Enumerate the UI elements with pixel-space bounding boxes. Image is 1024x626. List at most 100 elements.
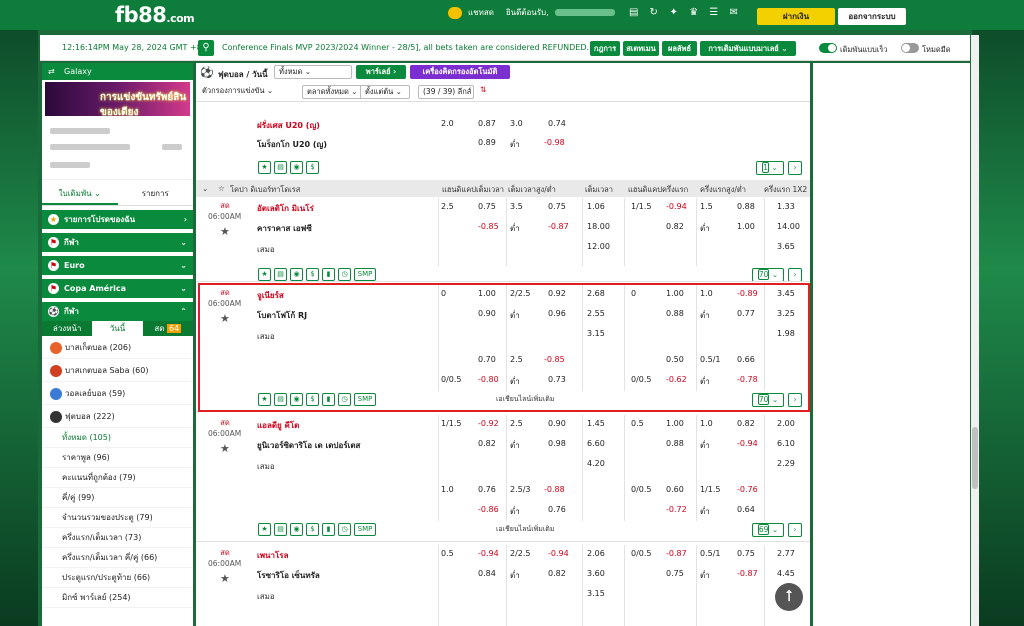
odds-cell[interactable]: 3.15 bbox=[587, 589, 605, 598]
odds-cell[interactable]: 0.82 bbox=[548, 569, 566, 578]
tab-betslip[interactable]: ใบเดิมพัน ⌄ bbox=[42, 182, 118, 205]
chevron-right-icon[interactable]: › bbox=[788, 268, 802, 282]
site-logo[interactable]: fb88.com bbox=[115, 3, 195, 27]
chart-icon[interactable]: ▮ bbox=[322, 523, 335, 536]
chat-icon[interactable] bbox=[448, 6, 462, 19]
odds-cell[interactable]: 0.88 bbox=[666, 309, 684, 318]
odds-cell[interactable]: 1.33 bbox=[777, 202, 795, 211]
quick-bet-toggle[interactable] bbox=[819, 43, 837, 53]
dollar-icon[interactable]: $ bbox=[306, 393, 319, 406]
dark-mode-toggle[interactable] bbox=[901, 43, 919, 53]
odds-cell[interactable]: 0.87 bbox=[478, 119, 496, 128]
odds-cell[interactable]: 0.82 bbox=[737, 419, 755, 428]
odds-cell[interactable]: 0.82 bbox=[666, 222, 684, 231]
coin-icon[interactable]: ◉ bbox=[290, 161, 303, 174]
chart-icon[interactable]: ▮ bbox=[322, 393, 335, 406]
dollar-icon[interactable]: $ bbox=[306, 161, 319, 174]
odds-cell[interactable]: -0.85 bbox=[478, 222, 499, 231]
stats-icon[interactable]: ▤ bbox=[274, 523, 287, 536]
odds-cell[interactable]: 2.00 bbox=[777, 419, 795, 428]
odds-cell[interactable]: -0.72 bbox=[666, 505, 687, 514]
more-asian-lines[interactable]: เอเชียนไลน์เพิ่มเติม bbox=[496, 394, 554, 405]
odds-cell[interactable]: -0.88 bbox=[544, 485, 565, 494]
odds-cell[interactable]: -0.98 bbox=[544, 138, 565, 147]
odds-cell[interactable]: 0.96 bbox=[548, 309, 566, 318]
sub-all[interactable]: ทั้งหมด (105) bbox=[42, 428, 193, 448]
smp-icon[interactable]: SMP bbox=[354, 393, 376, 406]
sub-ht-ft-oe[interactable]: ครึ่งแรก/เต็มเวลา คี่/คู่ (66) bbox=[42, 548, 193, 568]
sport-volleyball[interactable]: วอลเลย์บอล (59) bbox=[42, 382, 193, 405]
cat-euro[interactable]: ⚑ Euro ⌄ bbox=[42, 256, 193, 275]
odds-cell[interactable]: -0.86 bbox=[478, 505, 499, 514]
league-header[interactable]: ⌄ ☆ โคปา ดิเบอร์ทาโดเรส แฮนดิแคปเต็มเวลา… bbox=[196, 180, 810, 197]
sub-total-goals[interactable]: จำนวนรวมของประตู (79) bbox=[42, 508, 193, 528]
odds-cell[interactable]: 0.75 bbox=[478, 202, 496, 211]
odds-cell[interactable]: 3.25 bbox=[777, 309, 795, 318]
stats-icon[interactable]: ▤ bbox=[274, 393, 287, 406]
coin-icon[interactable]: ◉ bbox=[290, 393, 303, 406]
odds-cell[interactable]: 0.74 bbox=[548, 119, 566, 128]
statement-button[interactable]: สเตทเมน bbox=[623, 41, 659, 56]
odds-cell[interactable]: 1.00 bbox=[666, 419, 684, 428]
odds-cell[interactable]: 4.45 bbox=[777, 569, 795, 578]
favorite-star-icon[interactable]: ★ bbox=[220, 442, 230, 455]
list-icon[interactable]: ☰ bbox=[707, 7, 721, 19]
odds-cell[interactable]: -0.62 bbox=[666, 375, 687, 384]
odds-cell[interactable]: -0.80 bbox=[478, 375, 499, 384]
odds-cell[interactable]: 0.60 bbox=[666, 485, 684, 494]
chevron-right-icon[interactable]: › bbox=[788, 523, 802, 537]
message-icon[interactable]: ✉ bbox=[727, 7, 741, 19]
odds-cell[interactable]: 2.29 bbox=[777, 459, 795, 468]
league-filter[interactable]: ตัวกรองการแข่งขัน ⌄ bbox=[198, 85, 298, 99]
sub-ht-ft[interactable]: ครึ่งแรก/เต็มเวลา (73) bbox=[42, 528, 193, 548]
promo-banner[interactable]: การแข่งขันทรัพย์สินของเดียง bbox=[45, 82, 190, 116]
odds-cell[interactable]: 0.76 bbox=[478, 485, 496, 494]
odds-cell[interactable]: 0.70 bbox=[478, 355, 496, 364]
result-button[interactable]: ผลลัพธ์ bbox=[662, 41, 697, 56]
star-icon[interactable]: ★ bbox=[258, 268, 271, 281]
sport-basketball-saba[interactable]: บาสเกตบอล Saba (60) bbox=[42, 359, 193, 382]
odds-cell[interactable]: 0.75 bbox=[666, 569, 684, 578]
odds-cell[interactable]: -0.94 bbox=[666, 202, 687, 211]
sport-basketball[interactable]: บาสเก็ตบอล (206) bbox=[42, 336, 193, 359]
sport-football[interactable]: ฟุตบอล (222) bbox=[42, 405, 193, 428]
more-count[interactable]: 70 ⌄ bbox=[752, 393, 784, 407]
odds-cell[interactable]: 0.76 bbox=[548, 505, 566, 514]
odds-cell[interactable]: 12.00 bbox=[587, 242, 610, 251]
dollar-icon[interactable]: $ bbox=[306, 268, 319, 281]
star-icon[interactable]: ★ bbox=[258, 393, 271, 406]
more-count[interactable]: 1 ⌄ bbox=[756, 161, 784, 175]
odds-cell[interactable]: 4.20 bbox=[587, 459, 605, 468]
odds-cell[interactable]: 3.65 bbox=[777, 242, 795, 251]
chart-icon[interactable]: ▮ bbox=[322, 268, 335, 281]
odds-cell[interactable]: 0.75 bbox=[548, 202, 566, 211]
galaxy-bar[interactable]: ⇄ Galaxy bbox=[42, 63, 193, 80]
favorite-star-icon[interactable]: ★ bbox=[220, 312, 230, 325]
chevron-right-icon[interactable]: › bbox=[788, 161, 802, 175]
odds-cell[interactable]: -0.76 bbox=[737, 485, 758, 494]
odds-cell[interactable]: 1.00 bbox=[666, 289, 684, 298]
clock-icon[interactable]: ◷ bbox=[338, 523, 351, 536]
odds-cell[interactable]: 14.00 bbox=[777, 222, 800, 231]
logout-button[interactable]: ออกจากระบบ bbox=[838, 8, 906, 25]
coin-icon[interactable]: ◉ bbox=[290, 268, 303, 281]
odds-cell[interactable]: -0.85 bbox=[544, 355, 565, 364]
dollar-icon[interactable]: $ bbox=[306, 523, 319, 536]
odds-cell[interactable]: 0.92 bbox=[548, 289, 566, 298]
sub-pool[interactable]: ราคาพูล (96) bbox=[42, 448, 193, 468]
cat-sports-main[interactable]: ⚽ กีฬา ⌃ bbox=[42, 302, 193, 321]
odds-cell[interactable]: 0.88 bbox=[737, 202, 755, 211]
odds-cell[interactable]: -0.94 bbox=[548, 549, 569, 558]
odds-cell[interactable]: -0.87 bbox=[737, 569, 758, 578]
more-count[interactable]: 69 ⌄ bbox=[752, 523, 784, 537]
announcement-marquee[interactable]: Conference Finals MVP 2023/2024 Winner -… bbox=[222, 43, 589, 52]
odds-cell[interactable]: -0.94 bbox=[737, 439, 758, 448]
odds-cell[interactable]: 0.77 bbox=[737, 309, 755, 318]
odds-cell[interactable]: 0.90 bbox=[548, 419, 566, 428]
wallet-icon[interactable]: ▤ bbox=[627, 7, 641, 19]
odds-cell[interactable]: 0.73 bbox=[548, 375, 566, 384]
search-icon[interactable]: ⚲ bbox=[198, 40, 214, 56]
odds-cell[interactable]: 0.90 bbox=[478, 309, 496, 318]
odds-cell[interactable]: 0.66 bbox=[737, 355, 755, 364]
sub-correct-score[interactable]: คะแนนที่ถูกต้อง (79) bbox=[42, 468, 193, 488]
